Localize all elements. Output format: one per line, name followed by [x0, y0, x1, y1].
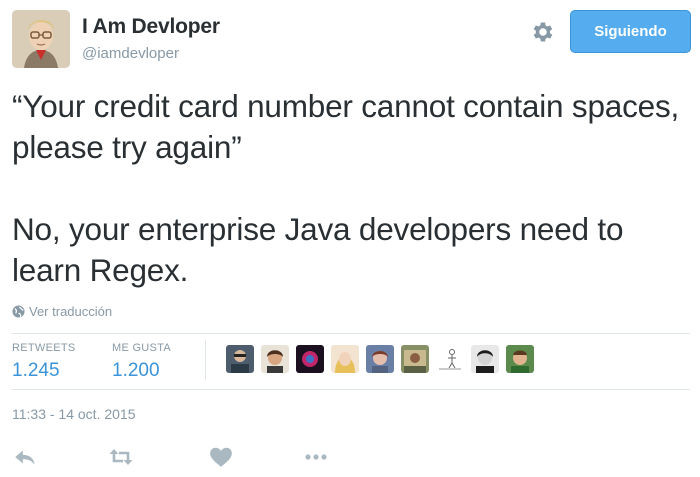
- translate-label: Ver traducción: [29, 304, 113, 319]
- retweets-count: 1.245: [12, 360, 60, 381]
- reply-icon[interactable]: [12, 444, 38, 470]
- display-name[interactable]: I Am Devloper: [82, 15, 220, 39]
- divider: [12, 389, 690, 390]
- liker-avatar-icon[interactable]: [226, 345, 254, 373]
- tweet-text: “Your credit card number cannot contain …: [12, 86, 692, 291]
- likes-count: 1.200: [112, 360, 160, 381]
- more-options-icon[interactable]: [303, 444, 329, 470]
- translate-link[interactable]: Ver traducción: [12, 304, 112, 319]
- screen-name[interactable]: @iamdevloper: [82, 45, 179, 62]
- tweet-card: I Am Devloper @iamdevloper Siguiendo “Yo…: [0, 0, 700, 477]
- stats-separator: [205, 340, 206, 380]
- following-button[interactable]: Siguiendo: [570, 10, 691, 53]
- globe-icon: [12, 305, 25, 318]
- likers-avatars: [226, 345, 534, 373]
- liker-avatar-icon[interactable]: [261, 345, 289, 373]
- tweet-paragraph: No, your enterprise Java developers need…: [12, 211, 624, 288]
- likes-label: ME GUSTA: [112, 342, 172, 354]
- user-avatar-icon[interactable]: [12, 10, 70, 68]
- likes-stat[interactable]: ME GUSTA 1.200: [112, 342, 171, 382]
- tweet-paragraph: “Your credit card number cannot contain …: [12, 88, 680, 165]
- liker-avatar-icon[interactable]: [401, 345, 429, 373]
- retweets-stat[interactable]: RETWEETS 1.245: [12, 342, 76, 382]
- retweet-icon[interactable]: [108, 444, 134, 470]
- liker-avatar-icon[interactable]: [506, 345, 534, 373]
- liker-avatar-icon[interactable]: [331, 345, 359, 373]
- gear-icon[interactable]: [530, 19, 556, 45]
- divider: [12, 333, 690, 334]
- liker-avatar-icon[interactable]: [366, 345, 394, 373]
- retweets-label: RETWEETS: [12, 342, 76, 354]
- liker-avatar-icon[interactable]: [471, 345, 499, 373]
- liker-avatar-icon[interactable]: [436, 345, 464, 373]
- like-heart-icon[interactable]: [208, 444, 234, 470]
- liker-avatar-icon[interactable]: [296, 345, 324, 373]
- tweet-timestamp[interactable]: 11:33 - 14 oct. 2015: [12, 406, 136, 422]
